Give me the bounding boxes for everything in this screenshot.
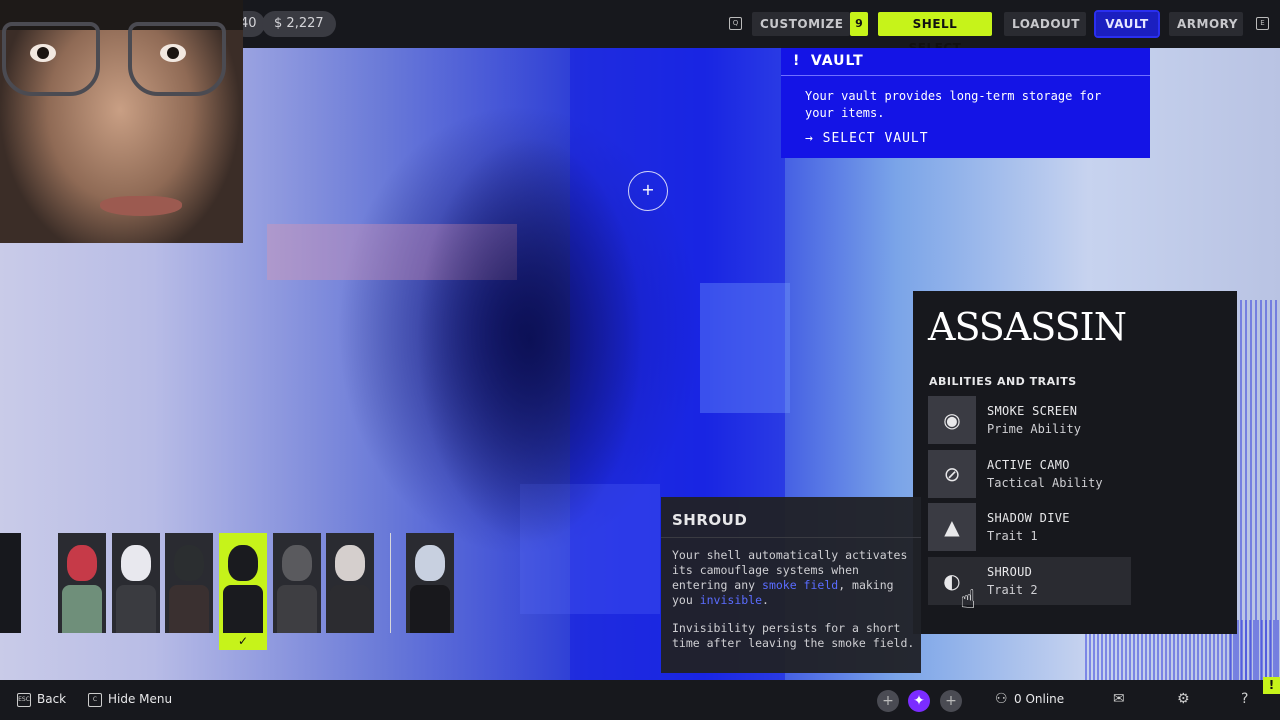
ability-name: SMOKE SCREEN (987, 404, 1078, 418)
ability-type: Tactical Ability (987, 476, 1103, 490)
friends-icon[interactable]: ⚇ (995, 691, 1008, 707)
tab-loadout[interactable]: LOADOUT (1004, 12, 1086, 36)
ability-type: Trait 2 (987, 583, 1038, 597)
settings-gear-icon[interactable]: ⚙ (1177, 691, 1190, 707)
tab-vault[interactable]: VAULT (1094, 10, 1160, 38)
alert-icon: ! (793, 53, 801, 69)
shell-card[interactable] (273, 533, 321, 633)
shell-card[interactable] (165, 533, 213, 633)
aim-crosshair: + (628, 171, 668, 211)
esc-key-icon: ESC (17, 693, 31, 707)
help-icon[interactable]: ? (1241, 691, 1248, 707)
shell-portrait-head (415, 545, 445, 581)
player-avatar-icon[interactable]: ✦ (908, 690, 930, 712)
shell-portrait-head (282, 545, 312, 581)
add-squad-slot-right[interactable]: + (940, 690, 962, 712)
shell-portrait-head (121, 545, 151, 581)
ability-shroud[interactable]: ◐ SHROUD Trait 2 (928, 557, 1131, 605)
shell-class-name: ASSASSIN (928, 305, 1127, 349)
vault-tooltip-title: VAULT (810, 53, 864, 69)
tooltip-title: SHROUD (672, 511, 748, 529)
shell-card[interactable] (219, 533, 267, 633)
shell-card[interactable] (112, 533, 160, 633)
c-key-icon: C (88, 693, 102, 707)
abilities-section-label: ABILITIES AND TRAITS (929, 375, 1077, 388)
tab-armory[interactable]: ARMORY (1169, 12, 1243, 36)
shell-portrait-head (67, 545, 97, 581)
next-tab-key-icon[interactable]: E (1256, 17, 1269, 30)
shell-card[interactable] (406, 533, 454, 633)
mail-icon[interactable]: ✉ (1113, 691, 1125, 707)
ability-active-camo[interactable]: ⊘ ACTIVE CAMO Tactical Ability (928, 450, 1131, 498)
vault-tooltip: ! VAULT Your vault provides long-term st… (781, 48, 1150, 158)
tooltip-divider (661, 537, 921, 538)
tooltip-description: Your shell automatically activates its c… (672, 548, 908, 607)
shell-portrait-body (223, 585, 263, 633)
roster-edge (0, 533, 21, 633)
shell-portrait-head (174, 545, 204, 581)
shell-portrait-body (169, 585, 209, 633)
ability-shadow-dive[interactable]: ▲ SHADOW DIVE Trait 1 (928, 503, 1131, 551)
ability-tooltip: SHROUD Your shell automatically activate… (661, 497, 921, 673)
smoke-screen-icon: ◉ (928, 396, 976, 444)
bottom-bar: ESC Back C Hide Menu + ✦ + ⚇ 0 Online ✉ … (0, 680, 1280, 720)
smoke-field-keyword: smoke field (762, 578, 839, 592)
shell-portrait-head (335, 545, 365, 581)
ability-type: Prime Ability (987, 422, 1081, 436)
shell-card[interactable] (58, 533, 106, 633)
active-camo-icon: ⊘ (928, 450, 976, 498)
shell-portrait-body (116, 585, 156, 633)
hand-cursor-icon: ☝ (960, 585, 976, 615)
shell-portrait-body (62, 585, 102, 633)
coin-icon: $ (274, 16, 283, 31)
shell-portrait-body (330, 585, 370, 633)
prev-tab-key-icon[interactable]: Q (729, 17, 742, 30)
ability-name: ACTIVE CAMO (987, 458, 1070, 472)
ability-smoke-screen[interactable]: ◉ SMOKE SCREEN Prime Ability (928, 396, 1131, 444)
ability-name: SHADOW DIVE (987, 511, 1070, 525)
hide-menu-button[interactable]: Hide Menu (108, 692, 172, 706)
shell-card[interactable] (326, 533, 374, 633)
tab-shell-select[interactable]: SHELL SELECT (878, 12, 992, 55)
vault-tooltip-description: Your vault provides long-term storage fo… (805, 89, 1102, 120)
tooltip-note: Invisibility persists for a short time a… (672, 621, 915, 650)
shadow-dive-icon: ▲ (928, 503, 976, 551)
online-count[interactable]: 0 Online (1014, 692, 1064, 706)
shell-portrait-body (410, 585, 450, 633)
back-button[interactable]: Back (37, 692, 66, 706)
shell-portrait-head (228, 545, 258, 581)
currency-value: 2,227 (286, 16, 324, 31)
streamer-webcam (0, 0, 243, 243)
select-vault-action[interactable]: → SELECT VAULT (805, 131, 929, 146)
shell-portrait-body (277, 585, 317, 633)
notification-badge[interactable]: ! (1263, 677, 1280, 694)
shell-info-panel: ASSASSIN ABILITIES AND TRAITS ◉ SMOKE SC… (913, 291, 1237, 634)
customize-count-badge: 9 (850, 12, 868, 36)
tab-customize[interactable]: CUSTOMIZE (752, 12, 850, 36)
roster-separator (390, 533, 391, 633)
add-squad-slot-left[interactable]: + (877, 690, 899, 712)
invisible-keyword: invisible (699, 593, 763, 607)
ability-name: SHROUD (987, 565, 1033, 579)
ability-type: Trait 1 (987, 529, 1038, 543)
selected-check-icon: ✓ (219, 633, 267, 650)
currency-balance: $ 2,227 (262, 11, 336, 37)
